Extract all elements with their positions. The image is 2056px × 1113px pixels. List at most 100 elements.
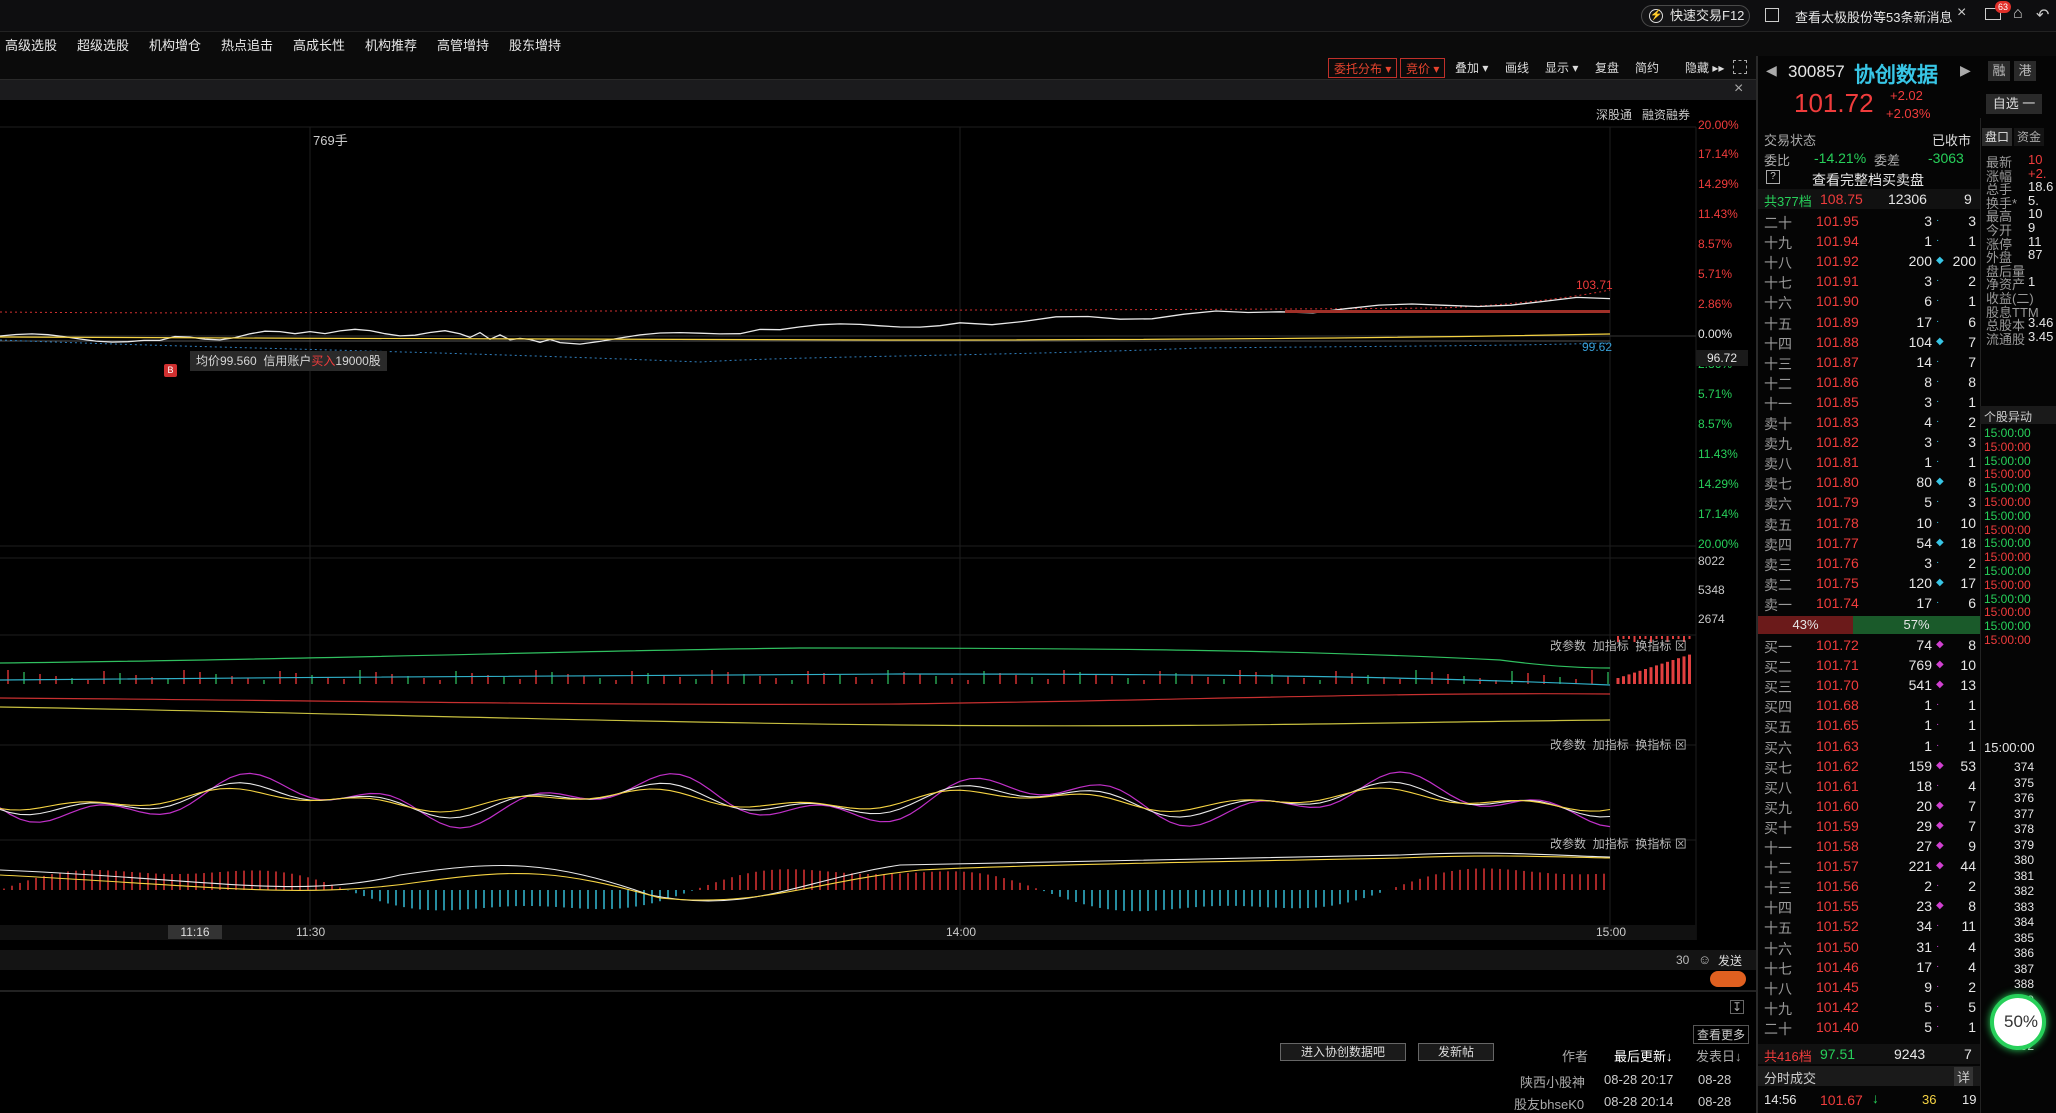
simple-button[interactable]: 简约 <box>1630 58 1664 78</box>
anomaly-time[interactable]: 15:00:00 <box>1984 481 2031 495</box>
orderbook-row[interactable]: 十七 101.46 17 4 · <box>1764 958 1980 978</box>
close-indicator-icon[interactable]: ⊠ <box>1675 738 1687 752</box>
zoom-indicator[interactable]: 50% <box>1990 994 2046 1050</box>
replay-button[interactable]: 复盘 <box>1590 58 1624 78</box>
close-indicator-icon[interactable]: ⊠ <box>1675 837 1687 851</box>
toggle-switch[interactable] <box>1710 971 1746 987</box>
orderbook-row[interactable]: 买七 101.62 159 53 ◆ <box>1764 757 1980 777</box>
orderbook-row[interactable]: 十三 101.56 2 2 · <box>1764 877 1980 897</box>
orderbook-row[interactable]: 十八 101.45 9 2 · <box>1764 978 1980 998</box>
tab-pankou[interactable]: 盘口 <box>1982 128 2012 146</box>
orderbook-row[interactable]: 十一 101.58 27 9 ◆ <box>1764 837 1980 857</box>
add-indicator-button[interactable]: 加指标 <box>1593 639 1629 653</box>
anomaly-time[interactable]: 15:00:00 <box>1984 578 2031 592</box>
orderbook-row[interactable]: 卖二 101.75 120 17 ◆ <box>1764 574 1980 594</box>
anomaly-time[interactable]: 15:00:00 <box>1984 564 2031 578</box>
orderbook-row[interactable]: 买九 101.60 20 7 ◆ <box>1764 797 1980 817</box>
menu-item-holder-increase[interactable]: 股东增持 <box>509 35 561 54</box>
orderbook-row[interactable]: 买八 101.61 18 4 · <box>1764 777 1980 797</box>
fullscreen-icon[interactable] <box>1733 60 1747 74</box>
orderbook-row[interactable]: 卖三 101.76 3 2 · <box>1764 554 1980 574</box>
orderbook-row[interactable]: 十九 101.94 1 1 · <box>1764 232 1980 252</box>
switch-indicator-button[interactable]: 换指标 <box>1635 639 1671 653</box>
emoji-icon[interactable]: ☺ <box>1698 952 1711 967</box>
orderbook-row[interactable]: 十八 101.92 200 200 ◆ <box>1764 252 1980 272</box>
orderbook-row[interactable]: 买一 101.72 74 8 ◆ <box>1764 636 1980 656</box>
home-icon[interactable]: ⌂ <box>2013 5 2023 23</box>
edit-params-button[interactable]: 改参数 <box>1550 738 1586 752</box>
orderbook-row[interactable]: 买三 101.70 541 13 ◆ <box>1764 676 1980 696</box>
grid-icon[interactable] <box>1765 8 1779 22</box>
anomaly-time[interactable]: 15:00:00 <box>1984 536 2031 550</box>
orderbook-row[interactable]: 卖十 101.83 4 2 · <box>1764 413 1980 433</box>
help-icon[interactable]: ? <box>1766 170 1780 184</box>
anomaly-time[interactable]: 15:00:00 <box>1984 550 2031 564</box>
orderbook-row[interactable]: 十三 101.87 14 7 · <box>1764 353 1980 373</box>
download-icon[interactable]: ↧ <box>1730 1000 1744 1014</box>
orderbook-row[interactable]: 买二 101.71 769 10 ◆ <box>1764 656 1980 676</box>
orderbook-row[interactable]: 十四 101.88 104 7 ◆ <box>1764 333 1980 353</box>
menu-item-high-growth[interactable]: 高成长性 <box>293 35 345 54</box>
anomaly-time[interactable]: 15:00:00 <box>1984 426 2031 440</box>
post-date-header[interactable]: 发表日↓ <box>1696 1046 1742 1065</box>
add-indicator-button[interactable]: 加指标 <box>1593 738 1629 752</box>
prev-stock-icon[interactable]: ◀ <box>1766 62 1777 79</box>
anomaly-time[interactable]: 15:00:00 <box>1984 523 2031 537</box>
menu-item-super-select[interactable]: 超级选股 <box>77 35 129 54</box>
orderbook-row[interactable]: 卖九 101.82 3 3 · <box>1764 433 1980 453</box>
news-ticker[interactable]: 查看太极股份等53条新消息 <box>1795 7 1952 26</box>
orderbook-row[interactable]: 买十 101.59 29 7 ◆ <box>1764 817 1980 837</box>
watchlist-button[interactable]: 自选 一 <box>1986 94 2042 114</box>
orderbook-row[interactable]: 买五 101.65 1 1 · <box>1764 716 1980 736</box>
menu-item-hot-chase[interactable]: 热点追击 <box>221 35 273 54</box>
post-author[interactable]: 陕西小股神 <box>1520 1072 1585 1091</box>
orderbook-row[interactable]: 卖八 101.81 1 1 · <box>1764 453 1980 473</box>
orderbook-row[interactable]: 卖四 101.77 54 18 ◆ <box>1764 534 1980 554</box>
orderbook-row[interactable]: 卖六 101.79 5 3 · <box>1764 493 1980 513</box>
chat-input-bar[interactable]: 30 ☺ 发送 <box>0 950 1756 970</box>
orderbook-row[interactable]: 十五 101.52 34 11 · <box>1764 917 1980 937</box>
enter-forum-button[interactable]: 进入协创数据吧 <box>1280 1043 1406 1061</box>
menu-item-institution-increase[interactable]: 机构增仓 <box>149 35 201 54</box>
display-button[interactable]: 显示 ▾ <box>1540 58 1583 78</box>
anomaly-time[interactable]: 15:00:00 <box>1984 454 2031 468</box>
orderbook-row[interactable]: 十六 101.90 6 1 · <box>1764 292 1980 312</box>
anomaly-time[interactable]: 15:00:00 <box>1984 605 2031 619</box>
anomaly-time[interactable]: 15:00:00 <box>1984 495 2031 509</box>
orderbook-row[interactable]: 十二 101.57 221 44 ◆ <box>1764 857 1980 877</box>
close-chart-icon[interactable]: × <box>1734 80 1743 98</box>
quick-trade-button[interactable]: ⚡ 快速交易F12 <box>1641 5 1750 27</box>
order-distribution-button[interactable]: 委托分布 ▾ <box>1328 58 1398 78</box>
orderbook-row[interactable]: 二十 101.40 5 1 · <box>1764 1018 1980 1038</box>
back-icon[interactable]: ↶ <box>2036 5 2049 25</box>
edit-params-button[interactable]: 改参数 <box>1550 837 1586 851</box>
close-indicator-icon[interactable]: ⊠ <box>1675 639 1687 653</box>
auction-button[interactable]: 竞价 ▾ <box>1400 58 1446 78</box>
hide-button[interactable]: 隐藏 ▸▸ <box>1680 58 1729 78</box>
orderbook-row[interactable]: 十二 101.86 8 8 · <box>1764 373 1980 393</box>
detail-button[interactable]: 详 <box>1954 1067 1974 1086</box>
orderbook-row[interactable]: 二十 101.95 3 3 · <box>1764 212 1980 232</box>
tab-margin-short[interactable]: 融 <box>1988 61 2010 81</box>
menu-item-institution-recommend[interactable]: 机构推荐 <box>365 35 417 54</box>
next-stock-icon[interactable]: ▶ <box>1960 62 1971 79</box>
switch-indicator-button[interactable]: 换指标 <box>1635 738 1671 752</box>
draw-line-button[interactable]: 画线 <box>1500 58 1534 78</box>
latest-update-header[interactable]: 最后更新↓ <box>1614 1046 1673 1065</box>
overlay-button[interactable]: 叠加 ▾ <box>1450 58 1493 78</box>
orderbook-row[interactable]: 卖五 101.78 10 10 · <box>1764 514 1980 534</box>
menu-item-exec-increase[interactable]: 高管增持 <box>437 35 489 54</box>
tab-hk-short[interactable]: 港 <box>2014 61 2036 81</box>
orderbook-row[interactable]: 十七 101.91 3 2 · <box>1764 272 1980 292</box>
close-news-icon[interactable]: × <box>1957 4 1966 22</box>
view-more-button[interactable]: 查看更多 <box>1693 1025 1750 1044</box>
orderbook-row[interactable]: 买六 101.63 1 1 · <box>1764 737 1980 757</box>
orderbook-row[interactable]: 十四 101.55 23 8 ◆ <box>1764 897 1980 917</box>
orderbook-row[interactable]: 卖七 101.80 80 8 ◆ <box>1764 473 1980 493</box>
anomaly-time[interactable]: 15:00:00 <box>1984 619 2031 633</box>
orderbook-row[interactable]: 买四 101.68 1 1 · <box>1764 696 1980 716</box>
post-author[interactable]: 股友bhseK0 <box>1514 1094 1584 1113</box>
orderbook-row[interactable]: 十九 101.42 5 5 · <box>1764 998 1980 1018</box>
orderbook-row[interactable]: 十五 101.89 17 6 · <box>1764 313 1980 333</box>
chart-area[interactable]: 深股通 融资融券 769手 20.00% 17.14% 14.29% 11.43… <box>0 100 1756 940</box>
